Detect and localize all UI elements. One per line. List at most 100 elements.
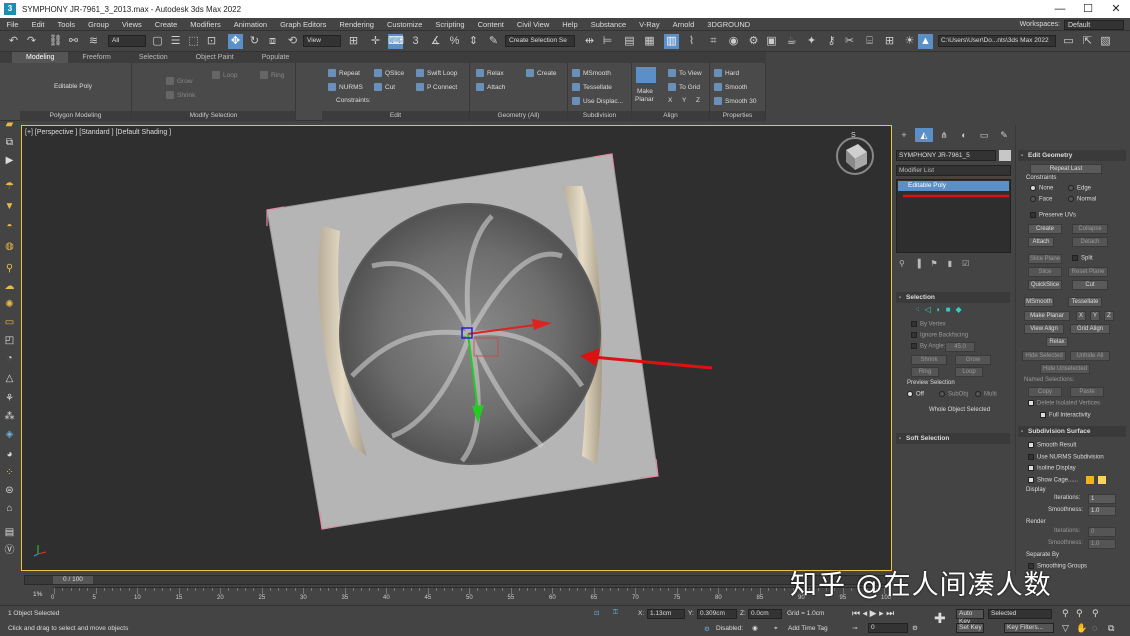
toggle-scene-explorer-icon[interactable]: ▦ — [642, 34, 657, 49]
scissors-icon[interactable]: ✂ — [842, 34, 857, 49]
script-icon[interactable]: ⚙ — [704, 625, 710, 633]
play-icon[interactable]: ▶ — [870, 608, 877, 618]
keyboard-shortcut-toggle-icon[interactable]: ⌨ — [388, 34, 404, 49]
relax-button[interactable]: Relax — [476, 69, 504, 77]
spinner-snap-icon[interactable]: ⇕ — [466, 34, 481, 49]
lock-selection-icon[interactable]: ⚿ — [613, 609, 618, 617]
tab-freeform[interactable]: Freeform — [68, 52, 124, 63]
orbit-icon[interactable]: ◌ — [1092, 623, 1097, 633]
perspective-viewport[interactable]: [+] [Perspective ] [Standard ] [Default … — [21, 125, 892, 571]
frame-icon[interactable]: ⌸ — [862, 34, 877, 49]
isolate-icon[interactable]: ⊡ — [594, 609, 599, 617]
light-icon[interactable]: ☂ — [3, 180, 16, 193]
tab-populate[interactable]: Populate — [248, 52, 304, 63]
select-scale-icon[interactable]: ⧈ — [265, 34, 280, 49]
display-tab-icon[interactable]: ▭ — [975, 128, 993, 142]
motion-tab-icon[interactable]: ◐ — [955, 128, 973, 142]
cut-button[interactable]: Cut — [374, 83, 395, 91]
msmooth-button[interactable]: MSmooth — [1024, 297, 1054, 307]
use-displacement-button[interactable]: Use Displac... — [572, 97, 623, 105]
degradation-toggle-icon[interactable]: ◉ — [752, 624, 758, 632]
grow-button[interactable]: Grow — [955, 355, 991, 365]
select-object-icon[interactable]: ▢ — [150, 34, 165, 49]
ies-light-icon[interactable]: ⚲ — [3, 262, 16, 275]
cage-color-swatch-2[interactable] — [1098, 476, 1106, 484]
show-cage-checkbox[interactable]: Show Cage...... — [1028, 477, 1078, 484]
copy-icon[interactable]: ⧉ — [3, 136, 16, 149]
key-mode-icon[interactable]: ⊸ — [852, 624, 857, 632]
curve-editor-icon[interactable]: ⌇ — [684, 34, 699, 49]
y-coord-field[interactable]: 0.309cm — [697, 609, 737, 619]
view-align-button[interactable]: View Align — [1024, 324, 1064, 334]
render-iterations-spinner[interactable]: 0 — [1088, 527, 1116, 537]
polygon-icon[interactable]: ■ — [946, 305, 951, 314]
menu-customize[interactable]: Customize — [380, 20, 428, 29]
by-vertex-checkbox[interactable]: By Vertex — [911, 321, 946, 328]
menu-animation[interactable]: Animation — [227, 20, 273, 29]
place-icon[interactable]: ⟲ — [285, 34, 300, 49]
modify-tab-icon[interactable]: ◭ — [915, 128, 933, 142]
set-key-big-icon[interactable]: ✚ — [934, 610, 946, 627]
rect-selection-icon[interactable]: ⬚ — [186, 34, 201, 49]
shrink-button[interactable]: Shrink — [911, 355, 947, 365]
schematic-view-icon[interactable]: ⌗ — [706, 34, 721, 49]
drum-icon[interactable]: ⌂ — [3, 502, 16, 515]
ignore-backfacing-checkbox[interactable]: Ignore Backfacing — [911, 332, 968, 339]
angle-snap-icon[interactable]: ∡ — [428, 34, 443, 49]
object-name-field[interactable]: SYMPHONY JR-7961_5 — [896, 150, 996, 161]
scatter-icon[interactable]: ⁂ — [3, 410, 16, 423]
menu-views[interactable]: Views — [115, 20, 148, 29]
modifier-list-dropdown[interactable]: Modifier List — [896, 165, 1011, 176]
selection-filter-dropdown[interactable]: All — [108, 35, 146, 47]
layer-explorer-icon[interactable]: ▤ — [622, 34, 637, 49]
element-icon[interactable]: ◆ — [956, 305, 962, 314]
isoline-display-checkbox[interactable]: Isoline Display — [1028, 465, 1076, 472]
cylinder-icon[interactable]: ⊜ — [3, 484, 16, 497]
soft-selection-rollout-header[interactable]: Soft Selection — [896, 433, 1010, 444]
go-to-start-icon[interactable]: ⏮ — [852, 608, 860, 618]
modify-selection-label[interactable]: Modify Selection — [132, 111, 295, 121]
full-interactivity-checkbox[interactable]: Full Interactivity — [1040, 412, 1091, 419]
iterations-spinner[interactable]: 1 — [1088, 494, 1116, 504]
make-unique-icon[interactable]: ⚑ — [931, 259, 938, 270]
close-button[interactable]: ✕ — [1102, 0, 1130, 18]
align-y-button[interactable]: Y — [682, 97, 686, 104]
preserve-uvs-checkbox[interactable]: Preserve UVs — [1030, 212, 1076, 219]
z-coord-field[interactable]: 0.0cm — [748, 609, 782, 619]
hierarchy-tab-icon[interactable]: ⋔ — [935, 128, 953, 142]
menu-substance[interactable]: Substance — [584, 20, 632, 29]
bind-space-warp-icon[interactable]: ≋ — [86, 34, 101, 49]
link-icon[interactable]: ⛓ — [48, 34, 63, 49]
make-planar-label-2[interactable]: Planar — [635, 96, 654, 103]
slice-plane-button[interactable]: Slice Plane — [1028, 254, 1062, 264]
swift-loop-button[interactable]: Swift Loop — [416, 69, 457, 77]
add-time-tag-button[interactable]: Add Time Tag — [788, 625, 828, 632]
pyramid-icon[interactable]: △ — [3, 372, 16, 385]
window-crossing-icon[interactable]: ⊡ — [204, 34, 219, 49]
copy-button[interactable]: Copy — [1028, 387, 1062, 397]
menu-group[interactable]: Group — [82, 20, 116, 29]
border-icon[interactable]: ◗ — [936, 305, 941, 314]
next-frame-icon[interactable]: ▸ — [879, 608, 884, 618]
maximize-viewport-icon[interactable]: ⧉ — [1108, 623, 1114, 634]
ring-button[interactable]: Ring — [260, 71, 284, 79]
properties-label[interactable]: Properties — [710, 111, 765, 121]
workspace-dropdown[interactable]: Default — [1064, 19, 1124, 30]
menu-civil-view[interactable]: Civil View — [510, 20, 555, 29]
nurms-button[interactable]: NURMS — [328, 83, 363, 91]
show-end-result-icon[interactable]: ▐ — [915, 259, 921, 270]
msmooth-button[interactable]: MSmooth — [572, 69, 611, 77]
redo-icon[interactable]: ↷ — [24, 34, 39, 49]
grid-align-button[interactable]: Grid Align — [1070, 324, 1110, 334]
create-button[interactable]: Create — [1028, 224, 1062, 234]
select-rotate-icon[interactable]: ↻ — [247, 34, 262, 49]
make-planar-label-1[interactable]: Make — [637, 88, 653, 95]
cage-color-swatch-1[interactable] — [1086, 476, 1094, 484]
vray-lock-icon[interactable]: ⚷ — [824, 34, 839, 49]
pan-icon[interactable]: ✋ — [1076, 623, 1087, 634]
menu-vray[interactable]: V-Ray — [633, 20, 666, 29]
detach-button[interactable]: Detach — [1072, 237, 1108, 247]
utilities-tab-icon[interactable]: ✎ — [995, 128, 1013, 142]
subdivision-surface-rollout-header[interactable]: Subdivision Surface — [1018, 426, 1126, 437]
unlink-icon[interactable]: ⚯ — [66, 34, 81, 49]
